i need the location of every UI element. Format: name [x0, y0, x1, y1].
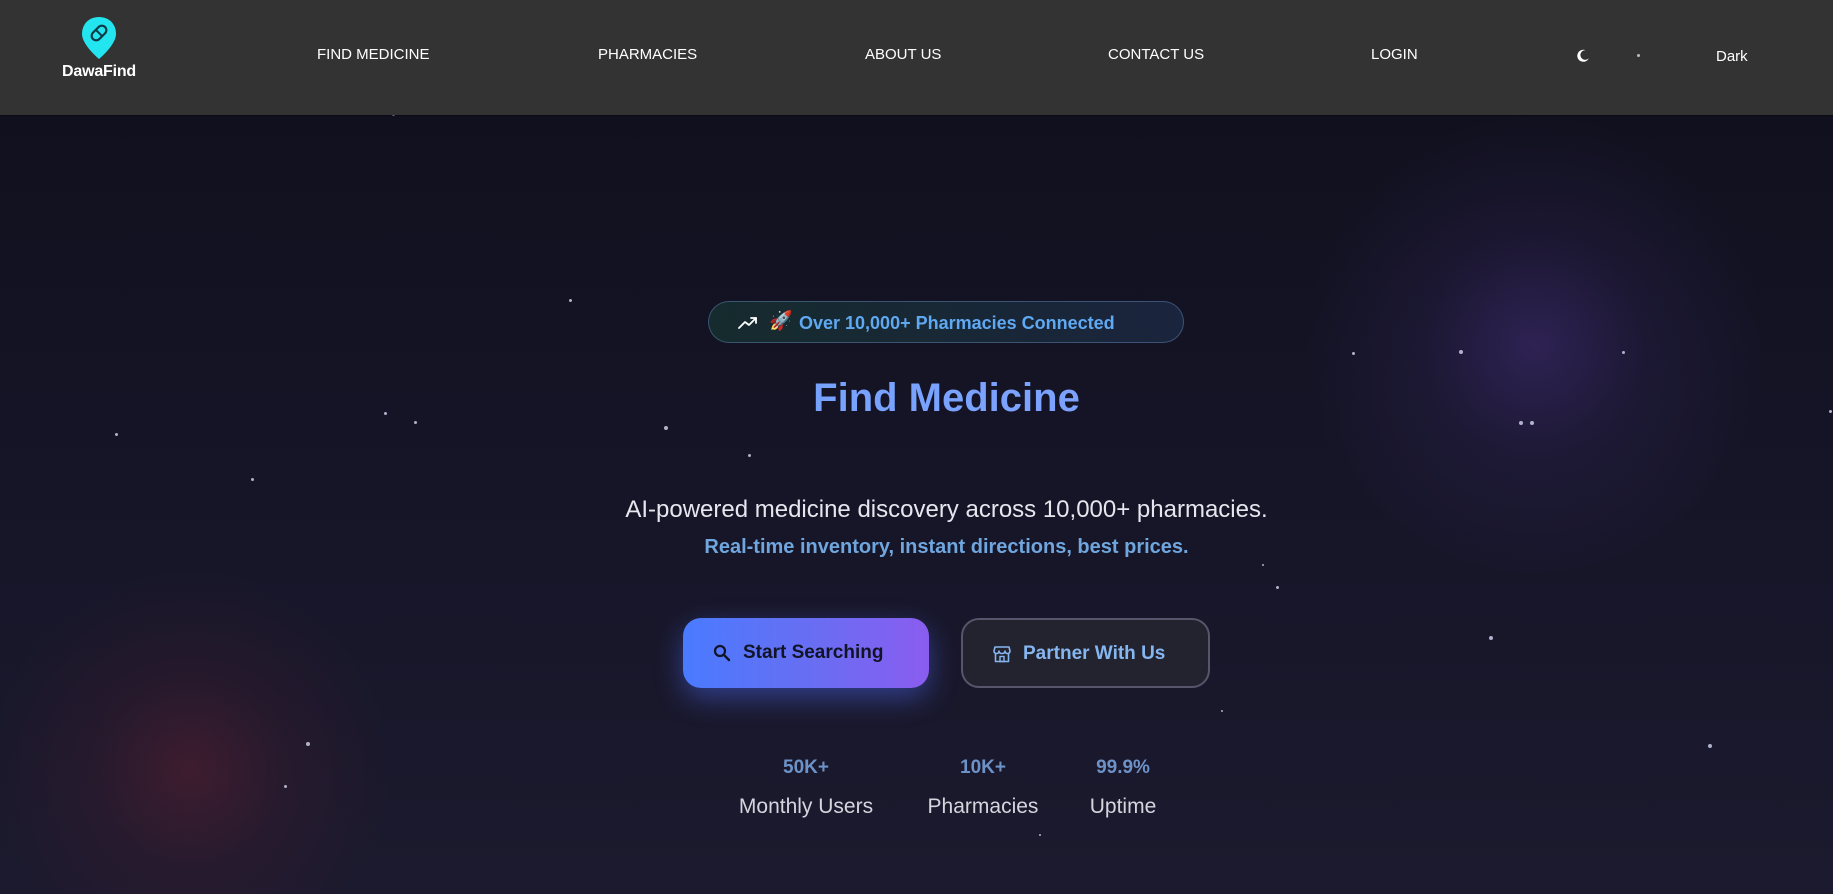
stat-value: 99.9% [1096, 757, 1150, 778]
star [115, 433, 118, 436]
partner-with-us-label: Partner With Us [1023, 643, 1166, 664]
brand-name: DawaFind [62, 63, 136, 80]
toggle-knob [1637, 54, 1640, 57]
badge-text: Over 10,000+ Pharmacies Connected [799, 313, 1115, 333]
brand-logo[interactable]: DawaFind [56, 16, 142, 86]
star [306, 742, 310, 746]
star [1530, 421, 1534, 425]
rocket-icon: 🚀 [769, 311, 793, 332]
store-icon [993, 646, 1011, 663]
star [1708, 744, 1712, 748]
star [569, 299, 572, 302]
star [251, 478, 254, 481]
landing-page: DawaFind FIND MEDICINE PHARMACIES ABOUT … [0, 0, 1833, 894]
nav-login[interactable]: LOGIN [1371, 46, 1418, 63]
stat-monthly-users: 50K+ Monthly Users [722, 756, 890, 820]
star [1276, 586, 1279, 589]
theme-label: Dark [1716, 48, 1748, 65]
theme-toggle[interactable] [1570, 43, 1670, 71]
nav-find-medicine[interactable]: FIND MEDICINE [317, 46, 430, 63]
star [1519, 421, 1523, 425]
hero-tagline: Real-time inventory, instant directions,… [704, 536, 1189, 558]
star [1489, 636, 1493, 640]
stat-value: 10K+ [960, 757, 1006, 778]
hero-title: Find Medicine [0, 376, 1833, 421]
star [284, 785, 287, 788]
hero-subtitle: AI-powered medicine discovery across 10,… [625, 496, 1268, 523]
stat-value: 50K+ [783, 757, 829, 778]
star [1622, 351, 1625, 354]
stat-uptime: 99.9% Uptime [1073, 756, 1173, 820]
search-icon [713, 644, 731, 662]
stat-label: Uptime [1089, 795, 1157, 818]
star [1221, 710, 1223, 712]
stat-label: Monthly Users [738, 795, 874, 818]
partner-with-us-button[interactable]: Partner With Us [961, 618, 1210, 688]
nav-contact-us[interactable]: CONTACT US [1108, 46, 1204, 63]
start-searching-button[interactable]: Start Searching [683, 618, 929, 688]
moon-icon [1577, 49, 1589, 62]
star [664, 426, 668, 430]
star [1352, 352, 1355, 355]
nav-pharmacies[interactable]: PHARMACIES [598, 46, 697, 63]
start-searching-label: Start Searching [743, 642, 884, 663]
star [1262, 564, 1264, 566]
star [414, 421, 417, 424]
star [1459, 350, 1463, 354]
nav-about-us[interactable]: ABOUT US [865, 46, 941, 63]
star [1039, 834, 1041, 836]
trending-up-icon [738, 317, 757, 329]
pharmacies-connected-badge: 🚀 Over 10,000+ Pharmacies Connected [708, 301, 1184, 343]
pill-location-pin-icon [82, 17, 116, 59]
star [748, 454, 751, 457]
stat-label: Pharmacies [927, 795, 1039, 818]
top-navbar: DawaFind FIND MEDICINE PHARMACIES ABOUT … [0, 0, 1833, 115]
stat-pharmacies: 10K+ Pharmacies [908, 756, 1058, 820]
